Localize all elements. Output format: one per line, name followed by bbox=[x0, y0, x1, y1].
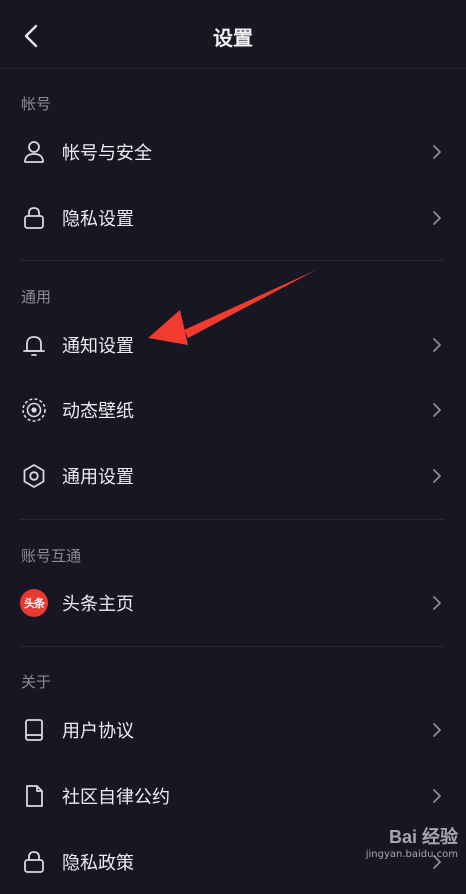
watermark-logo: Bai 经验 bbox=[388, 827, 458, 847]
watermark-url: jingyan.baidu.com bbox=[365, 849, 458, 860]
annotation-arrow bbox=[148, 270, 316, 345]
watermark: Bai 经验 jingyan.baidu.com bbox=[366, 823, 458, 860]
